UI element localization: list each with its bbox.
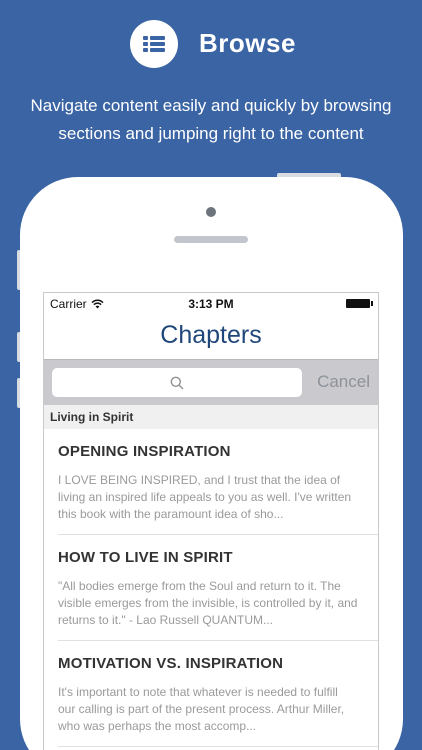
chapter-row[interactable]: MOTIVATION VS. INSPIRATION It's importan…	[58, 641, 378, 747]
status-time: 3:13 PM	[188, 297, 234, 311]
battery-icon	[346, 299, 373, 308]
promo-title: Browse	[199, 28, 296, 58]
app-screen: Carrier 3:13 PM Chapters Cancel Living i…	[43, 292, 379, 750]
phone-speaker	[174, 236, 248, 243]
search-field[interactable]	[52, 368, 302, 397]
promo-tagline: Navigate content easily and quickly by b…	[0, 92, 422, 148]
tagline-line-1: Navigate content easily and quickly by b…	[30, 96, 392, 115]
nav-title: Chapters	[160, 321, 262, 349]
phone-camera	[206, 207, 216, 217]
chapter-title: OPENING INSPIRATION	[58, 443, 231, 460]
chapter-excerpt: I LOVE BEING INSPIRED, and I trust that …	[58, 473, 352, 521]
search-input[interactable]	[52, 368, 302, 397]
cancel-button[interactable]: Cancel	[317, 372, 370, 392]
tagline-line-2: sections and jumping right to the conten…	[58, 124, 364, 143]
chapter-excerpt: "All bodies emerge from the Soul and ret…	[58, 579, 358, 627]
chapter-title: MOTIVATION VS. INSPIRATION	[58, 655, 284, 672]
chapter-excerpt: It's important to note that whatever is …	[58, 685, 345, 733]
section-header: Living in Spirit	[44, 405, 378, 429]
status-bar: Carrier 3:13 PM	[44, 293, 378, 315]
chapter-row[interactable]: OPENING INSPIRATION I LOVE BEING INSPIRE…	[58, 429, 378, 535]
chapter-row[interactable]: HOW TO LIVE IN SPIRIT "All bodies emerge…	[58, 535, 378, 641]
browse-list-icon	[130, 20, 178, 68]
chapter-title: HOW TO LIVE IN SPIRIT	[58, 549, 233, 566]
search-bar: Cancel	[44, 359, 378, 405]
